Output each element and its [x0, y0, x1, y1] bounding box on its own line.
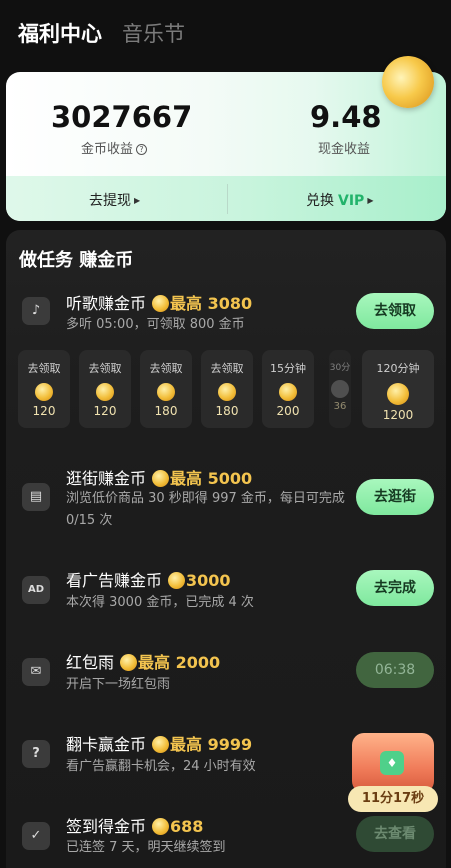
tab-welfare-center[interactable]: 福利中心: [18, 18, 102, 48]
section-title: 做任务 赚金币: [19, 250, 134, 271]
slot-label: 去领取: [88, 362, 122, 375]
top-tab-bar: 福利中心 音乐节: [0, 0, 451, 64]
slot-amount: 1200: [382, 408, 414, 422]
music-icon: ♪: [22, 297, 50, 325]
reward-slot[interactable]: 30分 36: [329, 350, 351, 428]
complete-button[interactable]: 去完成: [356, 570, 434, 606]
claim-button[interactable]: 去领取: [356, 293, 434, 329]
exchange-vip-button[interactable]: 兑换 VIP ▶: [306, 190, 373, 210]
coin-icon: [96, 383, 114, 401]
slot-amount: 180: [154, 404, 178, 418]
coin-earnings-label: 金币收益: [81, 142, 134, 157]
lock-icon: ♦: [380, 751, 404, 775]
task-reward: 最高 2000: [138, 653, 221, 672]
slot-label: 去领取: [210, 362, 244, 375]
coin-icon: [168, 572, 186, 589]
task-desc-ads: 本次得 3000 金币，已完成 4 次: [66, 595, 254, 610]
reward-slot[interactable]: 去领取 180: [140, 350, 192, 428]
coin-icon: [331, 380, 349, 398]
coin-icon: [152, 818, 170, 835]
slot-amount: 180: [215, 404, 239, 418]
withdraw-label: 去提现: [89, 193, 131, 209]
chest-countdown[interactable]: 11分17秒: [348, 786, 438, 812]
task-name: 红包雨: [66, 653, 115, 672]
listen-reward-slots: 去领取 120 去领取 120 去领取 180 去领取 180 15分钟 200…: [18, 350, 438, 428]
slot-label: 30分: [329, 363, 351, 373]
task-name: 看广告赚金币: [66, 571, 163, 590]
triangle-right-icon: ▶: [134, 196, 141, 205]
ad-icon: AD: [22, 576, 50, 604]
reward-slot[interactable]: 去领取 180: [201, 350, 253, 428]
coin-icon: [279, 383, 297, 401]
exchange-label: 兑换: [306, 193, 334, 209]
card-flip-icon: ?: [22, 740, 50, 768]
tab-music-festival[interactable]: 音乐节: [122, 18, 185, 48]
reward-slot[interactable]: 去领取 120: [18, 350, 70, 428]
task-desc-card-flip: 看广告赢翻卡机会，24 小时有效: [66, 759, 256, 774]
task-reward: 最高 5000: [170, 469, 253, 488]
coin-earnings-value: 3027667: [51, 100, 193, 134]
coin-icon: [120, 654, 138, 671]
red-envelope-icon: ✉: [22, 658, 50, 686]
reward-slot[interactable]: 15分钟 200: [262, 350, 314, 428]
task-name: 听歌赚金币: [66, 294, 147, 313]
slot-amount: 200: [276, 404, 300, 418]
cash-earnings-value: 9.48: [310, 100, 382, 134]
task-name: 逛街赚金币: [66, 469, 147, 488]
coin-earnings-label-wrap: 金币收益?: [81, 138, 148, 157]
task-title-card-flip: 翻卡赢金币 最高 9999: [66, 731, 252, 755]
coin-icon: [218, 383, 236, 401]
help-icon[interactable]: ?: [136, 144, 148, 155]
task-title-red-envelope: 红包雨 最高 2000: [66, 649, 220, 673]
coin-icon: [152, 736, 170, 753]
coin-stack-icon: [387, 383, 409, 405]
earnings-card: 3027667 9.48 金币收益? 现金收益 去提现 ▶ 兑换 VIP ▶: [6, 72, 446, 221]
slot-label: 去领取: [149, 362, 183, 375]
slot-amount: 120: [93, 404, 117, 418]
task-title-ads: 看广告赚金币 3000: [66, 567, 231, 591]
view-button[interactable]: 去查看: [356, 816, 434, 852]
vip-label: VIP: [338, 193, 365, 209]
task-desc-check-in: 已连签 7 天，明天继续签到: [66, 840, 226, 855]
withdraw-button[interactable]: 去提现 ▶: [89, 190, 140, 210]
slot-amount: 36: [333, 401, 347, 412]
browse-button[interactable]: 去逛街: [356, 479, 434, 515]
reward-slot[interactable]: 去领取 120: [79, 350, 131, 428]
triangle-right-icon: ▶: [367, 196, 374, 205]
task-desc-shopping: 浏览低价商品 30 秒即得 997 金币，每日可完成 0/15 次: [66, 491, 345, 528]
treasure-chest-widget[interactable]: ♦: [352, 733, 434, 793]
earnings-divider: [227, 184, 228, 214]
coin-icon: [157, 383, 175, 401]
coin-icon: [35, 383, 53, 401]
slot-amount: 120: [32, 404, 56, 418]
task-reward: 3000: [186, 571, 231, 590]
reward-slot[interactable]: 120分钟 1200: [362, 350, 434, 428]
task-name: 签到得金币: [66, 817, 147, 836]
countdown-button[interactable]: 06:38: [356, 652, 434, 688]
task-desc-red-envelope: 开启下一场红包雨: [66, 677, 171, 692]
task-reward: 最高 3080: [170, 294, 253, 313]
check-in-icon: ✓: [22, 822, 50, 850]
shopping-bag-icon: ▤: [22, 483, 50, 511]
task-desc-listen: 多听 05:00，可领取 800 金币: [66, 317, 245, 332]
task-reward: 688: [170, 817, 204, 836]
slot-label: 去领取: [27, 362, 61, 375]
slot-label: 120分钟: [376, 362, 420, 375]
task-title-listen: 听歌赚金币 最高 3080: [66, 290, 252, 314]
task-reward: 最高 9999: [170, 735, 253, 754]
task-title-check-in: 签到得金币 688: [66, 813, 203, 837]
slot-label: 15分钟: [270, 362, 306, 375]
task-name: 翻卡赢金币: [66, 735, 147, 754]
coin-icon: [152, 470, 170, 487]
coin-icon: [152, 295, 170, 312]
cash-earnings-label: 现金收益: [318, 142, 371, 157]
task-title-shopping: 逛街赚金币 最高 5000: [66, 465, 252, 489]
earnings-card-actions-bg: [6, 176, 446, 221]
